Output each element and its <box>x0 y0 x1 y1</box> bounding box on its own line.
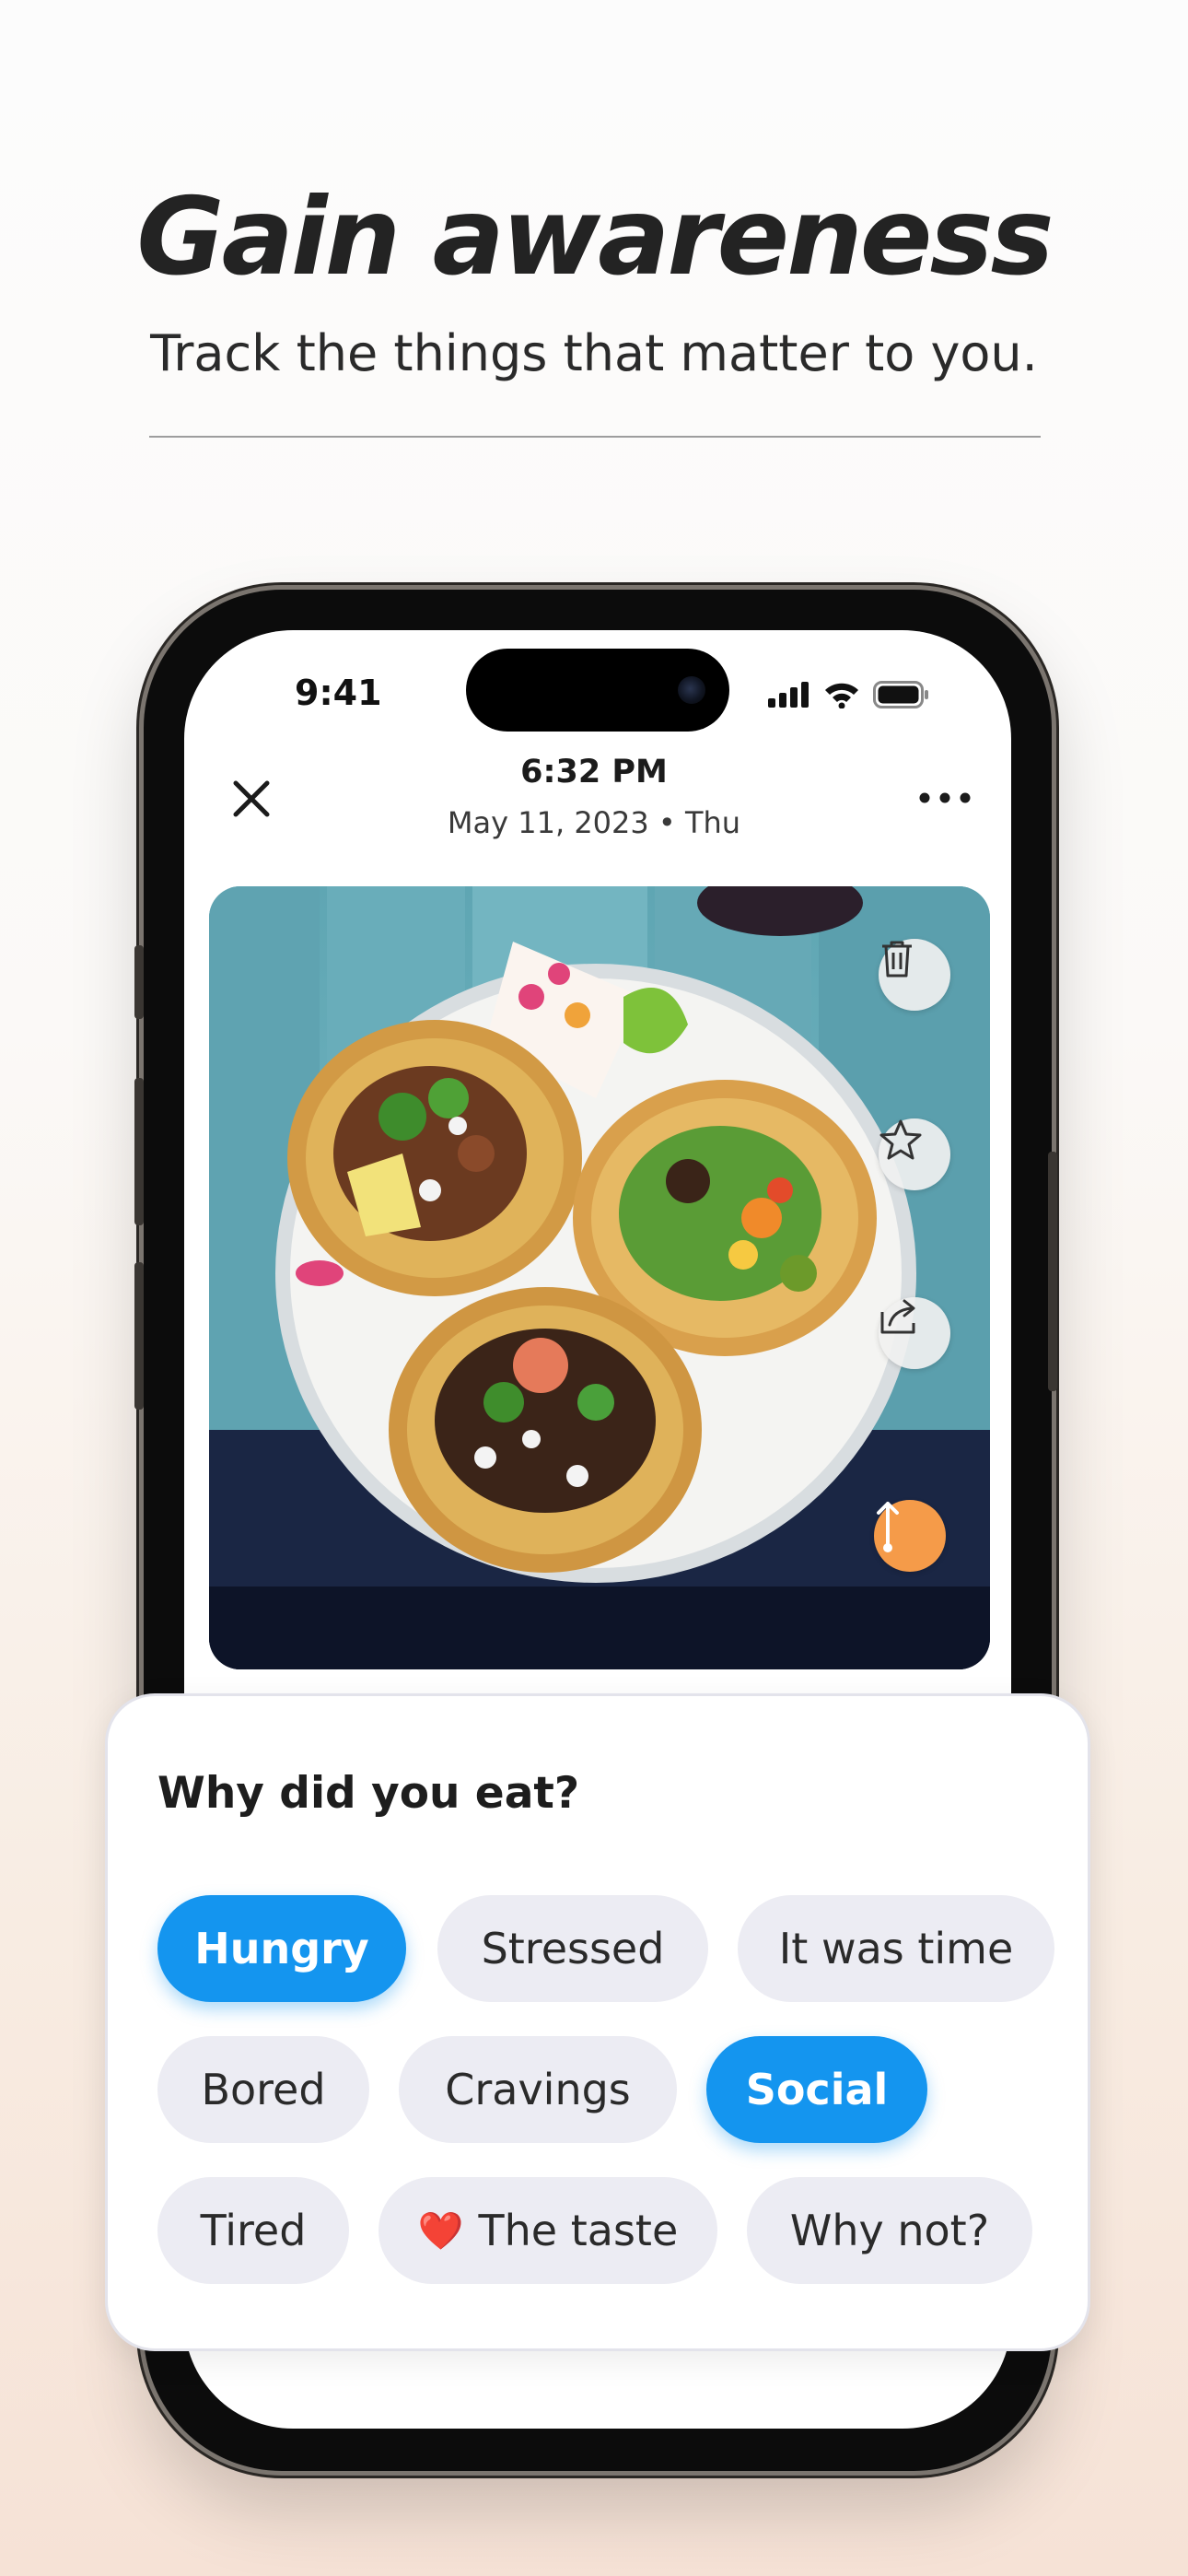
star-icon <box>879 1119 922 1160</box>
option-social[interactable]: Social <box>706 2036 927 2143</box>
option-why-not[interactable]: Why not? <box>747 2177 1032 2284</box>
trash-icon <box>882 941 912 978</box>
option-cravings[interactable]: Cravings <box>399 2036 677 2143</box>
entry-date: May 11, 2023 • Thu <box>447 805 741 840</box>
status-time: 9:41 <box>295 673 382 713</box>
favorite-button[interactable] <box>879 1118 950 1190</box>
option-it-was-time[interactable]: It was time <box>738 1895 1054 2002</box>
close-icon <box>233 780 270 817</box>
question-title: Why did you eat? <box>157 1768 580 1819</box>
more-button[interactable] <box>917 789 973 807</box>
option-the-taste[interactable]: ❤️ The taste <box>379 2177 717 2284</box>
headline: Gain awareness <box>136 175 1054 299</box>
subheadline: Track the things that matter to you. <box>150 324 1038 382</box>
share-icon <box>880 1299 915 1334</box>
wifi-icon <box>825 683 858 708</box>
option-stressed[interactable]: Stressed <box>437 1895 708 2002</box>
tacos-image <box>209 886 990 1669</box>
entry-time: 6:32 PM <box>520 754 668 790</box>
phone-volume-down <box>134 1262 144 1410</box>
dynamic-island <box>466 649 729 732</box>
signal-icon <box>768 682 809 708</box>
camera-icon <box>678 676 705 704</box>
phone-volume-up <box>134 1078 144 1225</box>
more-horizontal-icon <box>919 792 971 803</box>
status-icons <box>768 676 930 713</box>
phone-mute-switch <box>134 945 144 1019</box>
battery-icon <box>873 681 928 708</box>
expand-button[interactable] <box>874 1500 946 1572</box>
food-photo[interactable] <box>209 886 990 1669</box>
option-the-taste-label: The taste <box>478 2206 679 2255</box>
option-tired[interactable]: Tired <box>157 2177 349 2284</box>
close-button[interactable] <box>228 776 274 822</box>
phone-power-button <box>1048 1152 1057 1391</box>
heart-icon: ❤️ <box>417 2209 464 2253</box>
delete-button[interactable] <box>879 939 950 1011</box>
divider <box>149 436 1041 438</box>
share-button[interactable] <box>879 1297 950 1369</box>
question-card: Why did you eat? Hungry Stressed It was … <box>105 1693 1090 2351</box>
option-bored[interactable]: Bored <box>157 2036 369 2143</box>
option-hungry[interactable]: Hungry <box>157 1895 406 2002</box>
resize-vertical-icon <box>877 1502 899 1552</box>
